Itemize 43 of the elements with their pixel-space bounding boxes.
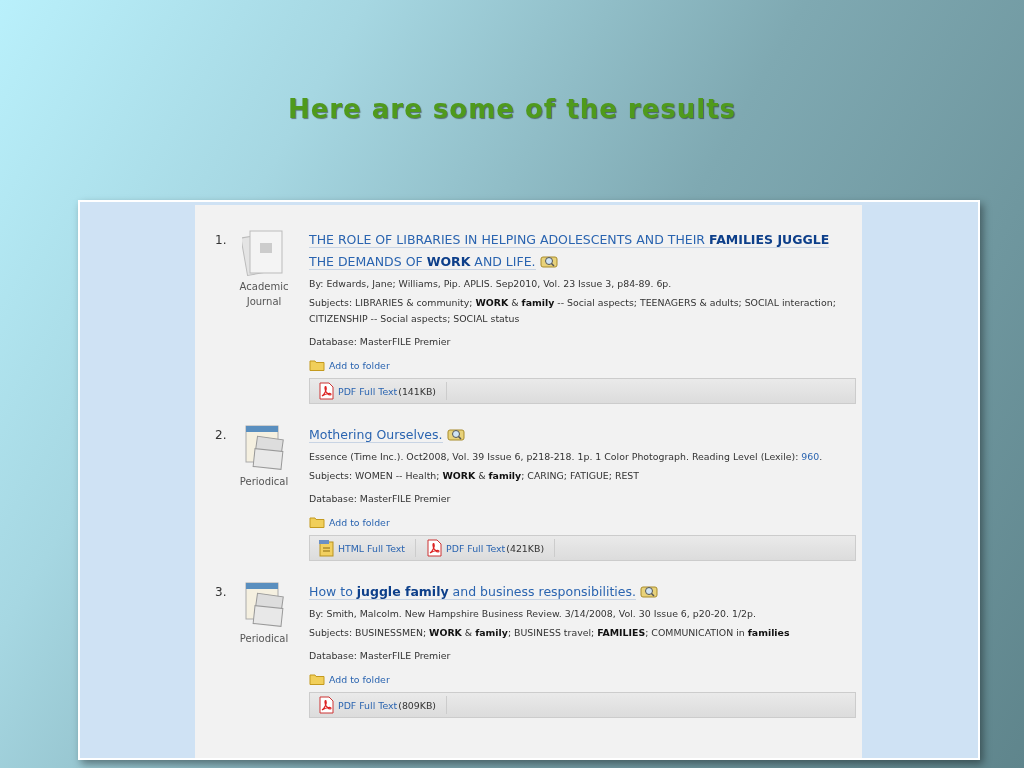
full-text-link[interactable]: HTML Full Text bbox=[338, 542, 406, 554]
full-text-link[interactable]: PDF Full Text bbox=[338, 699, 398, 711]
database-text: Database: MasterFILE Premier bbox=[309, 492, 452, 506]
source-citation: By: Edwards, Jane; Williams, Pip. APLIS. Sep2010, Vol. 23 Issue 3, p84-89. 6p. bbox=[309, 277, 673, 291]
full-text-link[interactable]: PDF Full Text bbox=[446, 542, 506, 554]
pdf-icon bbox=[318, 382, 334, 400]
folder-icon bbox=[309, 359, 325, 371]
period-text: . bbox=[819, 451, 823, 462]
result-title-link[interactable]: Mothering Ourselves. bbox=[309, 424, 856, 446]
add-to-folder-link[interactable]: Add to folder bbox=[329, 673, 390, 685]
slide-title: Here are some of the results bbox=[287, 93, 737, 126]
newspaper-icon bbox=[242, 424, 286, 472]
source-citation: Essence (Time Inc.). Oct2008, Vol. 39 Issue 6, p218-218. 1p. 1 Color Photograph. Reading Level (Lexile): 960. bbox=[309, 450, 824, 464]
magnifier-icon[interactable] bbox=[539, 254, 558, 268]
folder-icon bbox=[309, 516, 325, 528]
database-text: Database: MasterFILE Premier bbox=[309, 335, 452, 349]
source-citation: By: Smith, Malcolm. New Hampshire Business Review. 3/14/2008, Vol. 30 Issue 6, p20-20. 1/2p. bbox=[309, 607, 757, 621]
file-size: (421KB) bbox=[506, 542, 545, 554]
magnifier-icon[interactable] bbox=[446, 427, 465, 441]
result-number: 1. bbox=[215, 232, 228, 249]
subjects-text: Subjects: WOMEN -- Health; WORK & family; CARING; FATIGUE; REST bbox=[309, 469, 640, 483]
html-document-icon bbox=[318, 539, 334, 557]
result-number: 2. bbox=[215, 427, 228, 444]
publication-type: Periodical bbox=[239, 632, 289, 646]
subjects-text: Subjects: LIBRARIES & community; WORK & family -- Social aspects; TEENAGERS & adults; SOCIAL interaction; CITIZENSHIP -- Social aspects; SOCIAL status bbox=[309, 296, 837, 326]
database-text: Database: MasterFILE Premier bbox=[309, 649, 452, 663]
file-size: (809KB) bbox=[398, 699, 436, 711]
add-to-folder-link[interactable]: Add to folder bbox=[329, 516, 390, 528]
result-number: 3. bbox=[215, 584, 228, 601]
publication-type: Periodical bbox=[239, 475, 289, 489]
newspaper-icon bbox=[242, 581, 286, 629]
folder-icon bbox=[309, 673, 325, 685]
document-stack-icon bbox=[242, 229, 286, 277]
add-to-folder-link[interactable]: Add to folder bbox=[329, 359, 390, 371]
pdf-icon bbox=[426, 539, 443, 557]
result-title-link[interactable]: THE ROLE OF LIBRARIES IN HELPING ADOLESCENTS AND THEIR FAMILIES JUGGLE THE DEMANDS OF WORK AND LIFE. bbox=[309, 229, 856, 273]
subjects-text: Subjects: BUSINESSMEN; WORK & family; BUSINESS travel; FAMILIES; COMMUNICATION in families bbox=[309, 626, 791, 640]
full-text-link[interactable]: PDF Full Text bbox=[338, 385, 398, 397]
publication-type: Academic Journal bbox=[239, 280, 289, 309]
file-size: (141KB) bbox=[398, 385, 436, 397]
pdf-icon bbox=[318, 696, 334, 714]
result-title-link[interactable]: How to juggle family and business responsibilities. bbox=[309, 581, 856, 603]
magnifier-icon[interactable] bbox=[640, 584, 658, 598]
